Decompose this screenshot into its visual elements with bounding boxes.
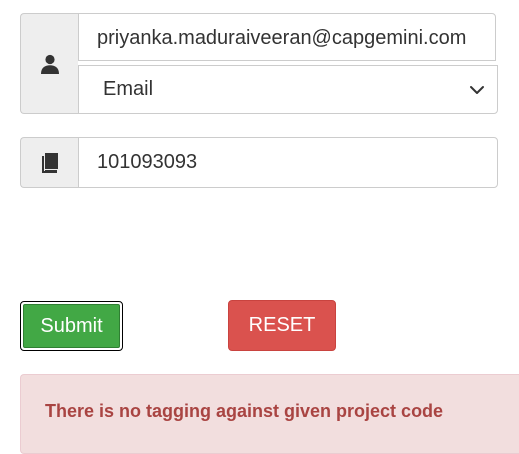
contact-type-selected: Email — [103, 78, 154, 100]
email-field[interactable]: priyanka.maduraiveeran@capgemini.com — [78, 13, 496, 61]
error-alert: There is no tagging against given projec… — [20, 374, 519, 454]
reset-button[interactable]: RESET — [228, 300, 336, 351]
project-code-field[interactable]: 101093093 — [78, 137, 498, 188]
user-icon — [40, 54, 59, 74]
error-alert-message: There is no tagging against given projec… — [45, 401, 444, 421]
book-addon — [20, 137, 78, 188]
user-addon — [20, 13, 78, 114]
project-code-input-group: 101093093 — [20, 137, 498, 188]
contact-type-select[interactable]: Email — [78, 65, 498, 114]
chevron-down-icon — [470, 86, 484, 94]
submit-button-label: Submit — [23, 304, 120, 348]
submit-button[interactable]: Submit — [20, 301, 123, 351]
user-input-group: priyanka.maduraiveeran@capgemini.com Ema… — [20, 13, 498, 114]
book-icon — [41, 152, 58, 173]
